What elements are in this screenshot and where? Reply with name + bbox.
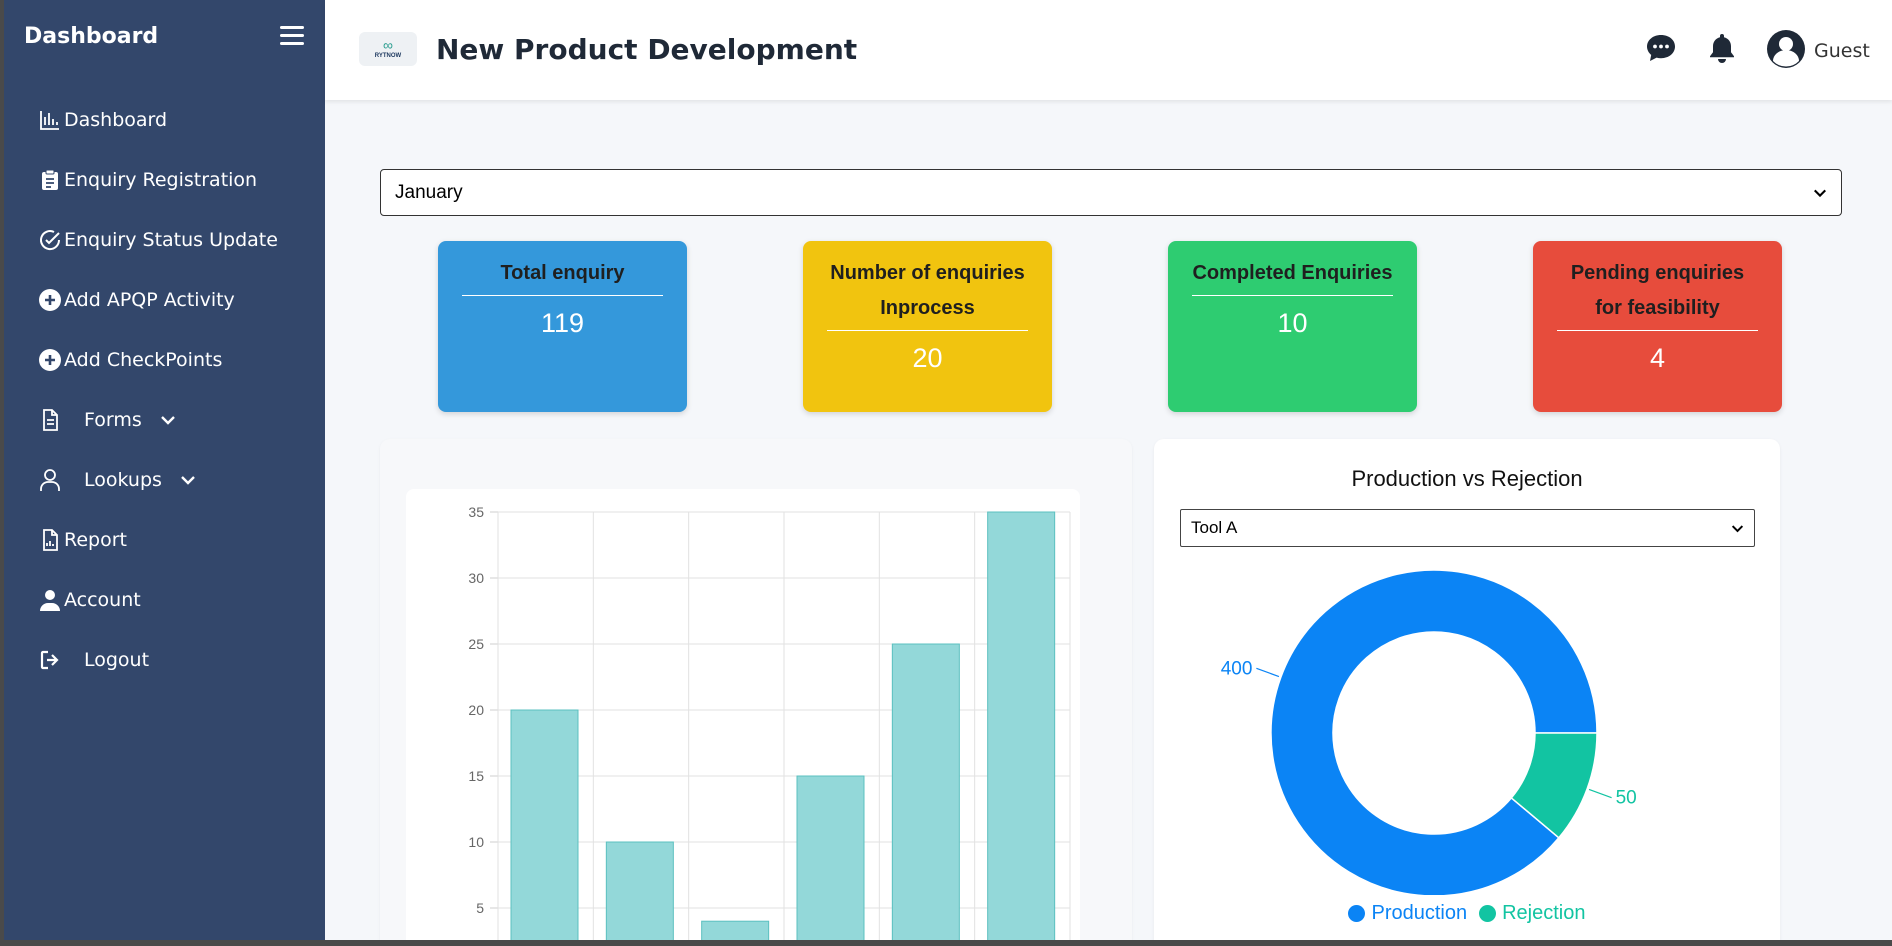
donut-chart: 400 50 — [1221, 569, 1637, 895]
y-tick-label: 35 — [468, 504, 484, 520]
donut-legend: Production Rejection — [1154, 902, 1780, 925]
user-name[interactable]: Guest — [1814, 40, 1870, 62]
data-label-leader — [1256, 667, 1280, 678]
user-avatar-icon[interactable] — [1766, 29, 1806, 69]
legend-item-production[interactable]: Production — [1348, 902, 1467, 925]
stat-card-value: 119 — [540, 308, 585, 338]
y-tick-label: 10 — [468, 834, 484, 850]
sidebar-item-label: Dashboard — [64, 109, 168, 131]
stat-card-total-enquiry: Total enquiry 119 — [438, 241, 687, 412]
chevron-down-icon — [1731, 524, 1744, 532]
sidebar-item-enquiry-status-update[interactable]: Enquiry Status Update — [36, 220, 278, 260]
bell-icon[interactable] — [1706, 32, 1738, 64]
stat-card-label: Pending enquiries for feasibility — [1557, 256, 1758, 331]
chat-icon[interactable] — [1645, 32, 1677, 64]
y-tick-label: 20 — [468, 702, 484, 718]
sidebar-item-label: Forms — [84, 409, 142, 431]
donut-chart-title: Production vs Rejection — [1351, 466, 1583, 491]
chevron-down-icon — [181, 476, 195, 485]
bar-chart: 5 10 15 20 25 30 35 — [468, 504, 1071, 940]
page-title: New Product Development — [436, 33, 858, 66]
tool-select-value: Tool A — [1191, 518, 1238, 537]
sidebar-item-label: Enquiry Registration — [64, 169, 258, 191]
chevron-down-icon — [1814, 189, 1826, 197]
top-header: ∞ RYTNOW New Product Development Guest — [325, 0, 1892, 100]
stat-card-inprocess: Number of enquiries Inprocess 20 — [803, 241, 1052, 412]
stat-card-label: Completed Enquiries — [1192, 256, 1393, 296]
clipboard-icon — [36, 166, 64, 194]
sidebar-item-account[interactable]: Account — [36, 580, 141, 620]
stat-card-value: 4 — [1649, 343, 1666, 373]
sidebar-item-label: Account — [64, 589, 141, 611]
bar[interactable] — [796, 775, 865, 940]
y-tick-label: 30 — [468, 570, 484, 586]
month-select-value: January — [395, 181, 463, 203]
stat-card-label: Number of enquiries Inprocess — [827, 256, 1028, 331]
sidebar-item-label: Add CheckPoints — [64, 349, 223, 371]
stat-card-pending-feasibility: Pending enquiries for feasibility 4 — [1533, 241, 1782, 412]
document-icon — [36, 406, 64, 434]
stat-card-completed: Completed Enquiries 10 — [1168, 241, 1417, 412]
sidebar-item-label: Lookups — [84, 469, 162, 491]
legend-item-rejection[interactable]: Rejection — [1479, 902, 1586, 925]
bar[interactable] — [605, 841, 674, 940]
sidebar-item-dashboard[interactable]: Dashboard — [36, 100, 167, 140]
chevron-down-icon — [160, 416, 175, 425]
logout-icon — [36, 646, 64, 674]
sidebar-item-label: Report — [64, 529, 127, 551]
sidebar-item-report[interactable]: Report — [36, 520, 127, 560]
sidebar-item-logout[interactable]: Logout — [36, 640, 149, 680]
sidebar-item-label: Add APQP Activity — [64, 289, 235, 311]
hamburger-menu-icon[interactable] — [280, 26, 304, 48]
check-circle-icon — [36, 226, 64, 254]
y-tick-label: 25 — [468, 636, 484, 652]
sidebar-item-enquiry-registration[interactable]: Enquiry Registration — [36, 160, 257, 200]
stat-card-value: 10 — [1277, 308, 1308, 338]
data-label: 400 — [1221, 658, 1253, 679]
sidebar-item-add-checkpoints[interactable]: Add CheckPoints — [36, 340, 222, 380]
bar[interactable] — [510, 709, 579, 940]
app-window: Dashboard Dashboard Enquiry Registration… — [4, 0, 1892, 940]
stat-card-label: Total enquiry — [462, 256, 663, 296]
data-label-leader — [1588, 788, 1612, 799]
sidebar-item-add-apqp-activity[interactable]: Add APQP Activity — [36, 280, 235, 320]
report-icon — [36, 526, 64, 554]
sidebar-brand: Dashboard — [24, 24, 159, 49]
plus-circle-icon — [36, 346, 64, 374]
month-select[interactable]: January — [380, 169, 1842, 216]
sidebar-item-label: Enquiry Status Update — [64, 229, 278, 251]
company-logo: ∞ RYTNOW — [359, 32, 417, 66]
tool-select[interactable]: Tool A — [1180, 509, 1755, 547]
stat-card-value: 20 — [912, 343, 943, 373]
sidebar-item-lookups[interactable]: Lookups — [36, 460, 196, 500]
plus-circle-icon — [36, 286, 64, 314]
y-tick-label: 15 — [468, 768, 484, 784]
bar-chart-icon — [36, 106, 64, 134]
data-label: 50 — [1616, 788, 1637, 809]
user-icon — [36, 586, 64, 614]
bar[interactable] — [987, 511, 1056, 940]
bar[interactable] — [701, 920, 770, 940]
user-outline-icon — [36, 466, 64, 494]
y-tick-label: 5 — [476, 900, 484, 916]
sidebar: Dashboard Dashboard Enquiry Registration… — [4, 0, 325, 940]
sidebar-item-forms[interactable]: Forms — [36, 400, 176, 440]
sidebar-item-label: Logout — [84, 649, 150, 671]
bar[interactable] — [891, 643, 960, 940]
